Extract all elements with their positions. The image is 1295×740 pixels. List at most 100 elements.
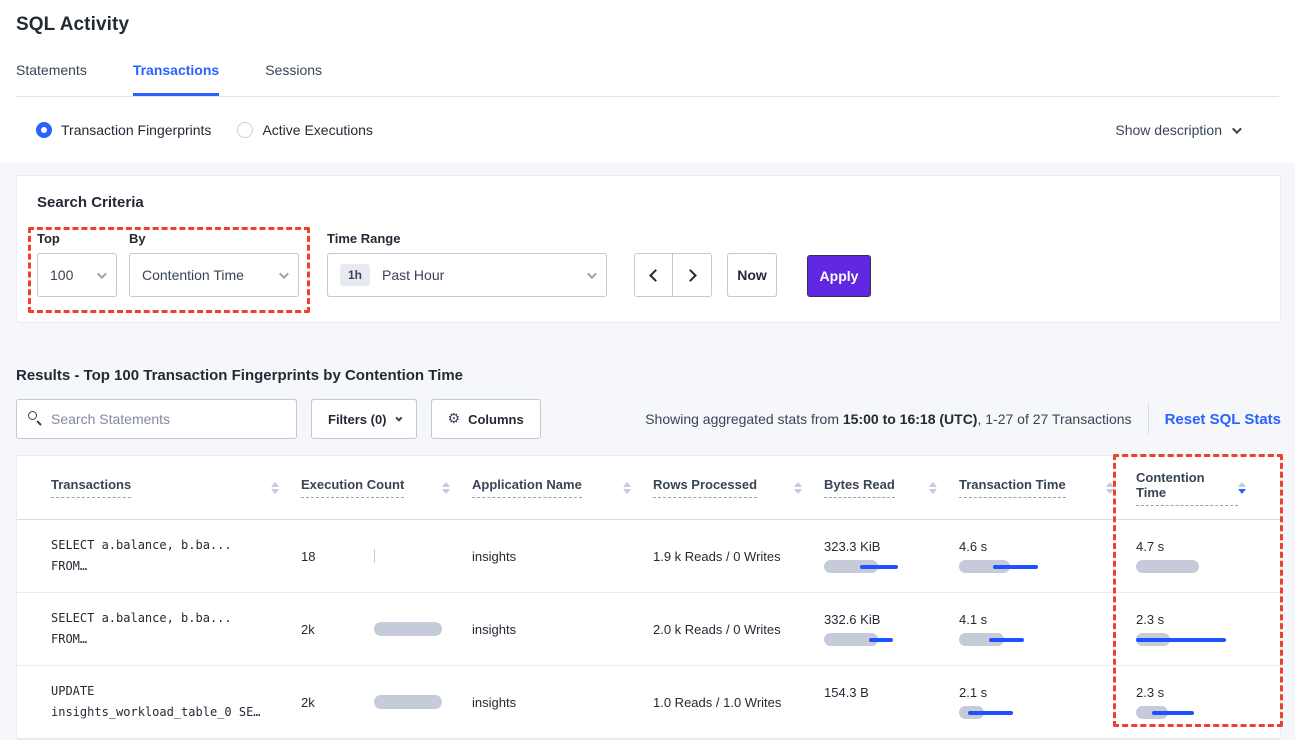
- radio-unselected-icon[interactable]: [237, 122, 253, 138]
- column-header-rows-processed[interactable]: Rows Processed: [653, 477, 824, 498]
- now-button[interactable]: Now: [727, 253, 777, 297]
- page-header: SQL Activity Statements Transactions Ses…: [0, 0, 1295, 97]
- application-name-cell: insights: [472, 549, 653, 564]
- time-range-select[interactable]: 1h Past Hour: [327, 253, 607, 297]
- search-statements-box: [16, 399, 297, 439]
- vertical-divider: [1148, 404, 1149, 434]
- transaction-time-cell: 4.1 s: [959, 612, 1136, 646]
- top-select[interactable]: 100: [37, 253, 117, 297]
- table-row: SELECT a.balance, b.ba... FROM… 2k insig…: [17, 593, 1280, 666]
- sort-icon-active-desc[interactable]: [1238, 482, 1246, 494]
- reset-sql-stats-link[interactable]: Reset SQL Stats: [1165, 411, 1281, 428]
- chevron-right-icon: [684, 269, 697, 282]
- previous-time-button[interactable]: [635, 254, 673, 296]
- page-title: SQL Activity: [16, 14, 1279, 36]
- sort-icon[interactable]: [929, 482, 937, 494]
- transaction-time-cell: 4.6 s: [959, 539, 1136, 573]
- columns-label: Columns: [468, 412, 524, 427]
- column-header-contention-time[interactable]: Contention Time: [1136, 470, 1268, 506]
- gear-icon: ⚙: [448, 411, 461, 427]
- bytes-read-cell: 332.6 KiB: [824, 612, 959, 646]
- results-heading: Results - Top 100 Transaction Fingerprin…: [16, 367, 1279, 384]
- radio-label: Active Executions: [262, 122, 373, 138]
- bytes-read-bar: [824, 560, 914, 573]
- time-range-field: Time Range 1h Past Hour: [319, 231, 607, 297]
- apply-button[interactable]: Apply: [807, 255, 871, 297]
- chevron-down-icon: [279, 269, 289, 279]
- sort-icon[interactable]: [794, 482, 802, 494]
- column-header-transactions[interactable]: Transactions: [51, 477, 301, 498]
- execution-count-cell: 2k: [301, 695, 472, 710]
- contention-time-cell: 4.7 s: [1136, 539, 1268, 573]
- table-row: UPDATE insights_workload_table_0 SE… 2k …: [17, 666, 1280, 739]
- time-range-badge: 1h: [340, 264, 370, 286]
- column-header-application-name[interactable]: Application Name: [472, 477, 653, 498]
- bytes-read-bar: [824, 706, 914, 719]
- time-range-label: Time Range: [327, 231, 607, 246]
- radio-transaction-fingerprints[interactable]: Transaction Fingerprints: [36, 122, 211, 138]
- column-header-transaction-time[interactable]: Transaction Time: [959, 477, 1136, 498]
- columns-button[interactable]: ⚙ Columns: [431, 399, 541, 439]
- transaction-fingerprint-link[interactable]: UPDATE insights_workload_table_0 SE…: [51, 681, 301, 723]
- rows-processed-cell: 1.0 Reads / 1.0 Writes: [653, 695, 824, 710]
- sort-icon[interactable]: [271, 482, 279, 494]
- transaction-time-bar: [959, 560, 1049, 573]
- radio-selected-icon[interactable]: [36, 122, 52, 138]
- bytes-read-cell: 323.3 KiB: [824, 539, 959, 573]
- by-select[interactable]: Contention Time: [129, 253, 299, 297]
- contention-time-bar: [1136, 706, 1226, 719]
- tab-statements[interactable]: Statements: [16, 62, 87, 96]
- top-select-value: 100: [50, 267, 73, 283]
- sort-icon[interactable]: [1106, 482, 1114, 494]
- tab-transactions[interactable]: Transactions: [133, 62, 219, 96]
- view-toggle-bar: Transaction Fingerprints Active Executio…: [0, 97, 1295, 163]
- table-row: SELECT a.balance, b.ba... FROM… 18 insig…: [17, 520, 1280, 593]
- search-criteria-card: Search Criteria Top 100 By Contention Ti…: [16, 175, 1281, 323]
- by-label: By: [129, 231, 299, 246]
- by-select-value: Contention Time: [142, 267, 244, 283]
- column-header-bytes-read[interactable]: Bytes Read: [824, 477, 959, 498]
- rows-processed-cell: 2.0 k Reads / 0 Writes: [653, 622, 824, 637]
- contention-time-cell: 2.3 s: [1136, 685, 1268, 719]
- transactions-table: Transactions Execution Count Application…: [16, 455, 1281, 740]
- stats-area: Showing aggregated stats from 15:00 to 1…: [645, 404, 1281, 434]
- next-time-button[interactable]: [673, 254, 711, 296]
- table-header-row: Transactions Execution Count Application…: [17, 456, 1280, 520]
- search-statements-input[interactable]: [16, 399, 297, 439]
- contention-time-cell: 2.3 s: [1136, 612, 1268, 646]
- tab-sessions[interactable]: Sessions: [265, 62, 322, 96]
- radio-active-executions[interactable]: Active Executions: [237, 122, 373, 138]
- tab-bar: Statements Transactions Sessions: [16, 62, 1279, 97]
- column-header-execution-count[interactable]: Execution Count: [301, 477, 472, 498]
- rows-processed-cell: 1.9 k Reads / 0 Writes: [653, 549, 824, 564]
- transaction-fingerprint-link[interactable]: SELECT a.balance, b.ba... FROM…: [51, 608, 301, 650]
- chevron-down-icon: [587, 269, 597, 279]
- chevron-down-icon: [1232, 124, 1242, 134]
- application-name-cell: insights: [472, 695, 653, 710]
- aggregated-stats-text: Showing aggregated stats from 15:00 to 1…: [645, 411, 1131, 427]
- radio-label: Transaction Fingerprints: [61, 122, 211, 138]
- sort-icon[interactable]: [623, 482, 631, 494]
- search-criteria-heading: Search Criteria: [37, 194, 1260, 211]
- transaction-fingerprint-link[interactable]: SELECT a.balance, b.ba... FROM…: [51, 535, 301, 577]
- chevron-down-icon: [97, 269, 107, 279]
- results-controls: Filters (0) ⚙ Columns Showing aggregated…: [16, 399, 1281, 439]
- search-criteria-fields: Top 100 By Contention Time Time Range 1h…: [37, 231, 1260, 297]
- bytes-read-bar: [824, 633, 914, 646]
- transaction-time-bar: [959, 706, 1049, 719]
- show-description-toggle[interactable]: Show description: [1115, 122, 1239, 138]
- application-name-cell: insights: [472, 622, 653, 637]
- time-range-value: Past Hour: [382, 267, 444, 283]
- sql-activity-page: SQL Activity Statements Transactions Ses…: [0, 0, 1295, 740]
- contention-time-bar: [1136, 560, 1226, 573]
- time-nav-group: [634, 253, 712, 297]
- chevron-left-icon: [649, 269, 662, 282]
- execution-count-cell: 18: [301, 549, 472, 564]
- execution-count-cell: 2k: [301, 622, 472, 637]
- transaction-time-bar: [959, 633, 1049, 646]
- filters-label: Filters (0): [328, 412, 387, 427]
- show-description-label: Show description: [1115, 122, 1222, 138]
- filters-button[interactable]: Filters (0): [311, 399, 417, 439]
- top-label: Top: [37, 231, 117, 246]
- sort-icon[interactable]: [442, 482, 450, 494]
